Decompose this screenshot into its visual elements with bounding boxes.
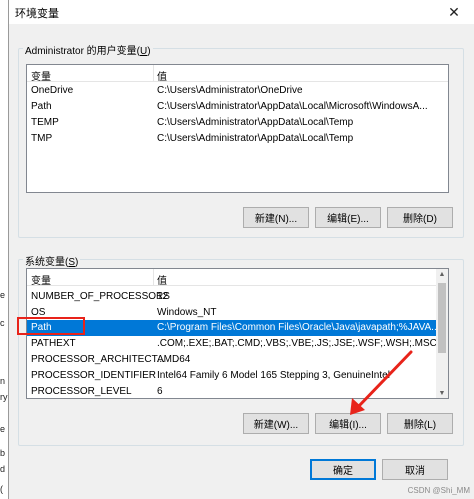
environment-variables-dialog: 环境变量 ✕ Administrator 的用户变量(U) 变量 值 OneDr… (8, 0, 474, 499)
watermark-text: CSDN @Shi_MM (407, 486, 470, 495)
annotation-arrow-icon (350, 350, 413, 415)
background-window-strip: e c n ry e b d ( (0, 0, 8, 499)
